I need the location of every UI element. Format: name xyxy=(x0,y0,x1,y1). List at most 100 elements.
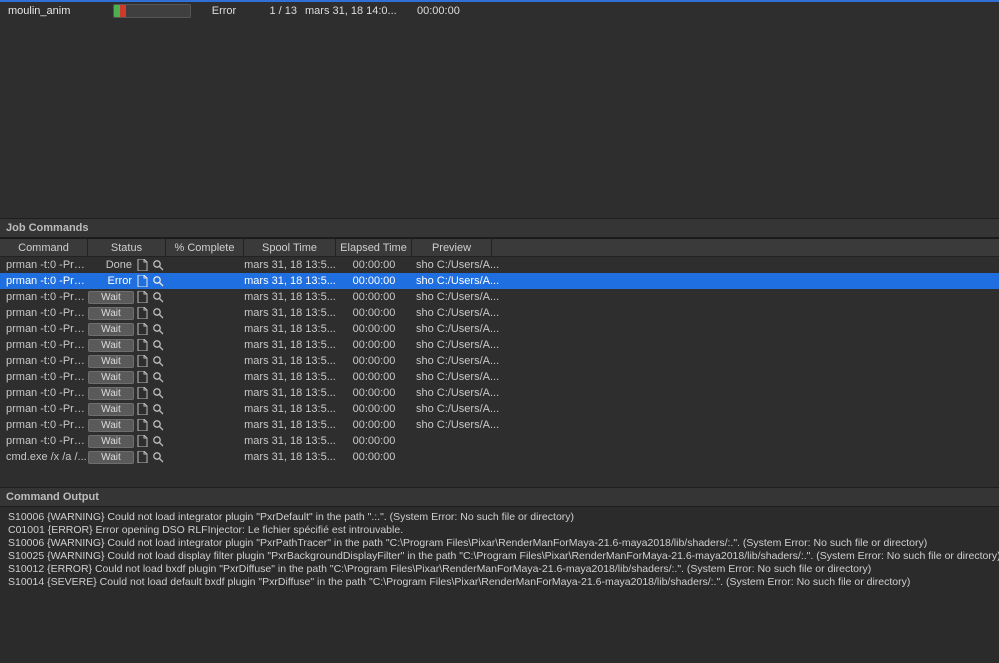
job-row[interactable]: moulin_anim Error 1 / 13 mars 31, 18 14:… xyxy=(0,2,999,20)
elapsed-cell: 00:00:00 xyxy=(336,403,412,415)
wait-button[interactable]: Wait xyxy=(88,291,134,304)
inspect-icon[interactable] xyxy=(151,275,164,288)
elapsed-cell: 00:00:00 xyxy=(336,419,412,431)
commands-panel: Command Status % Complete Spool Time Ela… xyxy=(0,238,999,465)
log-icon[interactable] xyxy=(136,323,149,336)
col-header-preview[interactable]: Preview xyxy=(412,239,492,256)
status-cell: Wait xyxy=(88,355,166,368)
spool-cell: mars 31, 18 13:5... xyxy=(244,339,336,351)
wait-button[interactable]: Wait xyxy=(88,403,134,416)
preview-cell: sho C:/Users/A... xyxy=(412,307,999,319)
command-row[interactable]: prman -t:0 -Pro...Waitmars 31, 18 13:5..… xyxy=(0,321,999,337)
job-commands-header: Job Commands xyxy=(0,218,999,238)
log-icon[interactable] xyxy=(136,435,149,448)
command-row[interactable]: prman -t:0 -Pro...Waitmars 31, 18 13:5..… xyxy=(0,305,999,321)
log-icon[interactable] xyxy=(136,419,149,432)
command-row[interactable]: cmd.exe /x /a /...Waitmars 31, 18 13:5..… xyxy=(0,449,999,465)
command-row[interactable]: prman -t:0 -Pro...Wait mars 31, 18 13:5..… xyxy=(0,337,999,353)
command-output-panel[interactable]: S10006 {WARNING} Could not load integrat… xyxy=(0,507,999,663)
status-cell: Wait xyxy=(88,387,166,400)
status-cell: Wait xyxy=(88,339,166,352)
preview-cell: sho C:/Users/A... xyxy=(412,371,999,383)
inspect-icon[interactable] xyxy=(151,435,164,448)
status-cell: Wait xyxy=(88,451,166,464)
col-header-spool[interactable]: Spool Time xyxy=(244,239,336,256)
log-icon[interactable] xyxy=(136,451,149,464)
command-row[interactable]: prman -t:0 -Pro...Waitmars 31, 18 13:5..… xyxy=(0,353,999,369)
spool-cell: mars 31, 18 13:5... xyxy=(244,419,336,431)
spool-cell: mars 31, 18 13:5... xyxy=(244,259,336,271)
output-line: S10006 {WARNING} Could not load integrat… xyxy=(8,511,991,524)
col-header-elapsed[interactable]: Elapsed Time xyxy=(336,239,412,256)
inspect-icon[interactable] xyxy=(151,291,164,304)
log-icon[interactable] xyxy=(136,339,149,352)
output-line: S10025 {WARNING} Could not load display … xyxy=(8,550,991,563)
wait-button[interactable]: Wait xyxy=(88,371,134,384)
command-row[interactable]: prman -t:0 -Pro...Waitmars 31, 18 13:5..… xyxy=(0,385,999,401)
inspect-icon[interactable] xyxy=(151,451,164,464)
status-cell: Wait xyxy=(88,307,166,320)
command-cell: prman -t:0 -Pro... xyxy=(0,307,88,319)
command-row[interactable]: prman -t:0 -Pro...Waitmars 31, 18 13:5..… xyxy=(0,369,999,385)
inspect-icon[interactable] xyxy=(151,259,164,272)
log-icon[interactable] xyxy=(136,355,149,368)
preview-cell: sho C:/Users/A... xyxy=(412,339,999,351)
log-icon[interactable] xyxy=(136,403,149,416)
wait-button[interactable]: Wait xyxy=(88,307,134,320)
command-row[interactable]: prman -t:0 -Pro...Waitmars 31, 18 13:5..… xyxy=(0,401,999,417)
status-cell: Done xyxy=(88,259,166,272)
elapsed-cell: 00:00:00 xyxy=(336,291,412,303)
command-cell: prman -t:0 -Pro... xyxy=(0,403,88,415)
command-row[interactable]: prman -t:0 -Pro...Waitmars 31, 18 13:5..… xyxy=(0,289,999,305)
preview-cell: sho C:/Users/A... xyxy=(412,403,999,415)
inspect-icon[interactable] xyxy=(151,355,164,368)
wait-button[interactable]: Wait xyxy=(88,355,134,368)
elapsed-cell: 00:00:00 xyxy=(336,387,412,399)
col-header-status[interactable]: Status xyxy=(88,239,166,256)
log-icon[interactable] xyxy=(136,371,149,384)
output-line: S10014 {SEVERE} Could not load default b… xyxy=(8,576,991,589)
output-line: S10012 {ERROR} Could not load bxdf plugi… xyxy=(8,563,991,576)
wait-button[interactable]: Wait xyxy=(88,435,134,448)
inspect-icon[interactable] xyxy=(151,307,164,320)
command-cell: prman -t:0 -Pro... xyxy=(0,339,88,351)
col-header-pct[interactable]: % Complete xyxy=(166,239,244,256)
wait-button[interactable]: Wait xyxy=(88,387,134,400)
log-icon[interactable] xyxy=(136,307,149,320)
status-cell: Wait xyxy=(88,371,166,384)
inspect-icon[interactable] xyxy=(151,387,164,400)
elapsed-cell: 00:00:00 xyxy=(336,355,412,367)
job-spool-time: mars 31, 18 14:0... xyxy=(305,5,417,17)
progress-error-segment xyxy=(120,5,126,17)
inspect-icon[interactable] xyxy=(151,371,164,384)
preview-cell: sho C:/Users/A... xyxy=(412,419,999,431)
spool-cell: mars 31, 18 13:5... xyxy=(244,435,336,447)
wait-button[interactable]: Wait xyxy=(88,419,134,432)
inspect-icon[interactable] xyxy=(151,339,164,352)
preview-cell: sho C:/Users/A... xyxy=(412,387,999,399)
elapsed-cell: 00:00:00 xyxy=(336,259,412,271)
status-cell: Wait xyxy=(88,403,166,416)
log-icon[interactable] xyxy=(136,387,149,400)
spool-cell: mars 31, 18 13:5... xyxy=(244,323,336,335)
job-progress-text: 1 / 13 xyxy=(255,5,305,17)
output-line: C01001 {ERROR} Error opening DSO RLFInje… xyxy=(8,524,991,537)
command-row[interactable]: prman -t:0 -Pro...Errormars 31, 18 13:5.… xyxy=(0,273,999,289)
command-cell: prman -t:0 -Pro... xyxy=(0,291,88,303)
log-icon[interactable] xyxy=(136,275,149,288)
log-icon[interactable] xyxy=(136,259,149,272)
status-cell: Error xyxy=(88,275,166,288)
wait-button[interactable]: Wait xyxy=(88,339,134,352)
spool-cell: mars 31, 18 13:5... xyxy=(244,451,336,463)
wait-button[interactable]: Wait xyxy=(88,323,134,336)
command-row[interactable]: prman -t:0 -Pro...Waitmars 31, 18 13:5..… xyxy=(0,417,999,433)
inspect-icon[interactable] xyxy=(151,323,164,336)
elapsed-cell: 00:00:00 xyxy=(336,323,412,335)
inspect-icon[interactable] xyxy=(151,403,164,416)
wait-button[interactable]: Wait xyxy=(88,451,134,464)
inspect-icon[interactable] xyxy=(151,419,164,432)
command-row[interactable]: prman -t:0 -Pro...Waitmars 31, 18 13:5..… xyxy=(0,433,999,449)
col-header-command[interactable]: Command xyxy=(0,239,88,256)
command-row[interactable]: prman -t:0 -Pro...Donemars 31, 18 13:5..… xyxy=(0,257,999,273)
log-icon[interactable] xyxy=(136,291,149,304)
